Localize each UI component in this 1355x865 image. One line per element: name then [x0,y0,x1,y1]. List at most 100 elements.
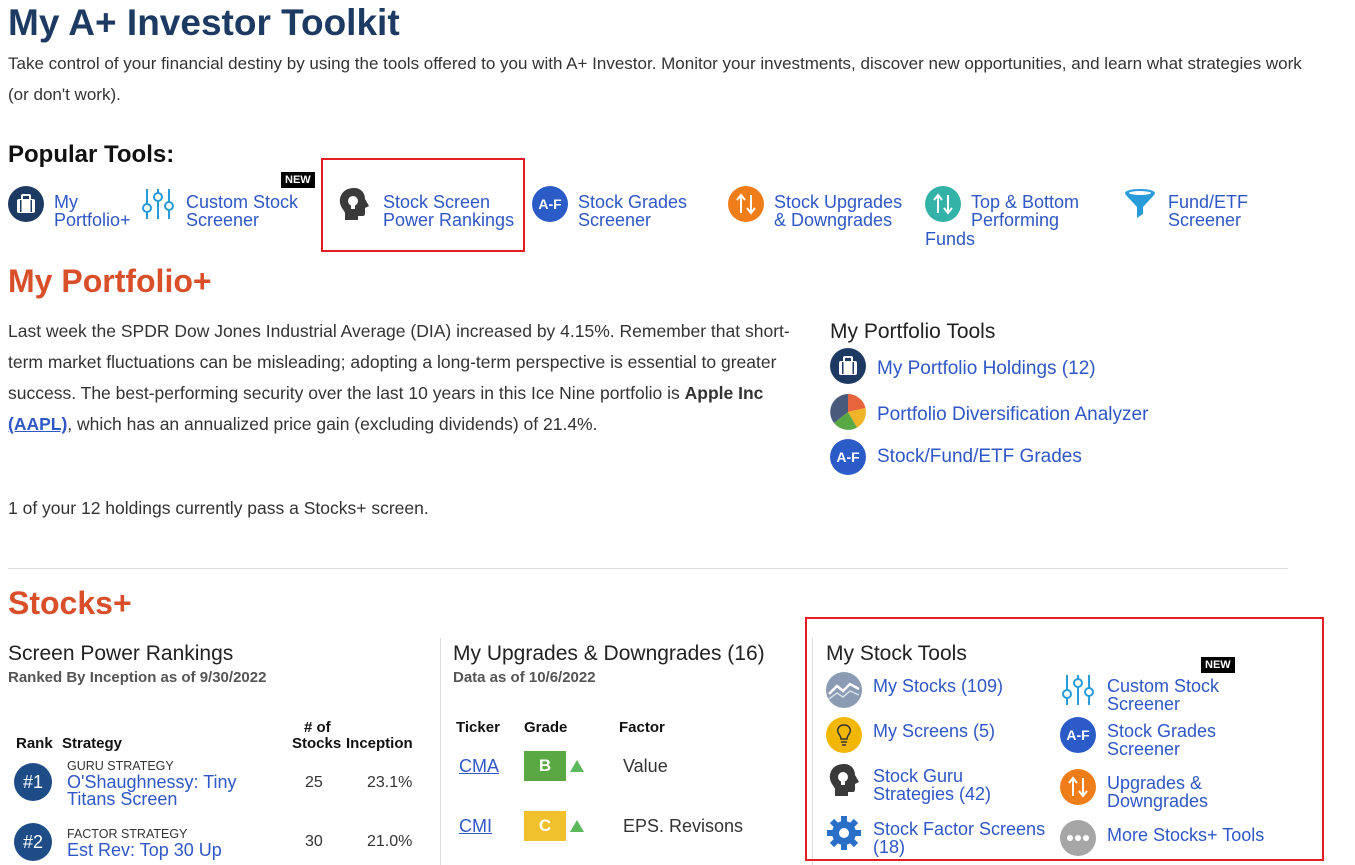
briefcase-icon [830,348,866,389]
popular-tool-label-3[interactable]: Funds [925,229,975,250]
strategy-type: FACTOR STRATEGY [67,827,188,841]
upgrades-heading: My Upgrades & Downgrades (16) [453,642,765,665]
stock-tool-upgrades-downgrades[interactable]: Upgrades & Downgrades [1060,769,1208,810]
popular-tool-label-1: Custom Stock [186,192,299,212]
stock-tool-custom-screener[interactable]: Custom Stock Screener [1060,672,1219,713]
popular-tool-my-portfolio[interactable]: My Portfolio+ [8,186,131,229]
portfolio-summary-text-1: Last week the SPDR Dow Jones Industrial … [8,321,790,403]
grade-badge: C [524,811,566,841]
upgrade-arrow-icon [570,820,584,832]
col-grade: Grade [524,719,568,736]
stock-tool-label-2: Strategies (42) [873,784,992,804]
factor-value: EPS. Revisons [623,816,744,836]
holdings-pass-text: 1 of your 12 holdings currently pass a S… [8,498,429,518]
inception-return: 23.1% [367,774,413,791]
stock-tool-label-2: Downgrades [1107,791,1209,811]
ticker-link[interactable]: CMA [459,756,499,777]
grades-icon: A-F [532,186,568,222]
popular-tool-custom-screener[interactable]: Custom Stock Screener [140,186,298,229]
more-dots-icon [1060,820,1096,861]
stock-tool-factor-screens[interactable]: Stock Factor Screens (18) [826,815,1045,856]
popular-tool-upgrades-downgrades[interactable]: Stock Upgrades & Downgrades [728,186,902,229]
strategy-name-line-2: Titans Screen [67,789,178,809]
highlight-box-power-rankings [321,158,525,252]
stock-tool-guru-strategies[interactable]: Stock Guru Strategies (42) [826,762,991,803]
up-down-arrows-icon [1060,769,1096,810]
sliders-icon [1060,672,1096,713]
popular-tool-label-2: Screener [578,210,652,230]
popular-tools-heading: Popular Tools: [8,141,175,168]
num-stocks: 30 [305,833,323,850]
up-down-arrows-icon [728,186,764,227]
portfolio-tool-holdings[interactable]: My Portfolio Holdings (12) [830,348,1096,389]
grades-icon: A-F [1060,717,1096,753]
popular-tool-fund-etf-screener[interactable]: Fund/ETF Screener [1122,186,1248,229]
stock-tool-grades-screener[interactable]: A-F Stock Grades Screener [1060,717,1216,758]
popular-tool-label-2: & Downgrades [774,210,893,230]
rankings-subheading: Ranked By Inception as of 9/30/2022 [8,669,267,686]
popular-tool-label-2: Screener [1168,210,1242,230]
popular-tool-grades-screener[interactable]: A-F Stock Grades Screener [532,186,687,229]
popular-tool-label-2: Portfolio+ [54,210,131,230]
head-bulb-icon [826,762,862,803]
intro-text: Take control of your financial destiny b… [8,54,1302,104]
stock-tool-my-screens[interactable]: My Screens (5) [826,717,995,758]
strategy-name-link[interactable]: Est Rev: Top 30 Up [67,841,222,859]
portfolio-tool-label: My Portfolio Holdings (12) [877,357,1096,379]
pie-chart-icon [830,394,866,435]
portfolio-tool-label: Portfolio Diversification Analyzer [877,403,1149,425]
popular-tool-label-1: Stock Upgrades [774,192,903,212]
num-stocks: 25 [305,774,323,791]
rank-badge: #2 [14,823,52,861]
portfolio-tool-grades[interactable]: A-F Stock/Fund/ETF Grades [830,439,1082,475]
rank-badge: #1 [14,763,52,801]
rankings-heading: Screen Power Rankings [8,642,234,665]
col-num-stocks-1: # of [304,719,331,736]
stock-tools-heading: My Stock Tools [826,642,967,665]
col-rank: Rank [16,735,53,752]
col-strategy: Strategy [62,735,123,752]
popular-tool-label-2: Performing [971,210,1060,230]
stocks-chart-icon [826,672,862,713]
page-title: My A+ Investor Toolkit [8,2,400,43]
popular-tool-label-1: Fund/ETF [1168,192,1249,212]
updown-teal-icon [925,186,961,227]
popular-tool-label-1: Stock Grades [578,192,688,212]
grades-icon: A-F [830,439,866,475]
portfolio-section-title: My Portfolio+ [8,263,212,299]
upgrade-arrow-icon [570,760,584,772]
new-badge: NEW [1201,657,1235,673]
ticker-link[interactable]: CMI [459,816,492,837]
best-company: Apple Inc [684,383,764,403]
strategy-name-link[interactable]: O'Shaughnessy: Tiny Titans Screen [67,773,237,809]
aapl-link[interactable]: (AAPL) [8,414,67,434]
col-inception: Inception [346,735,413,752]
section-divider [8,568,1288,569]
col-num-stocks-2: Stocks [292,735,342,752]
stock-tool-more-tools[interactable]: More Stocks+ Tools [1060,820,1264,861]
upgrades-subheading: Data as of 10/6/2022 [453,669,596,686]
stock-tool-label-1: Custom Stock [1107,676,1220,696]
sliders-icon [140,186,176,227]
column-divider [440,638,441,865]
col-ticker: Ticker [456,719,500,736]
stock-tool-label-1: My Stocks (109) [873,676,1004,696]
stock-tool-label-1: Stock Factor Screens [873,819,1046,839]
stock-tool-label-1: More Stocks+ Tools [1107,825,1265,845]
stock-tool-label-2: Screener [1107,739,1181,759]
portfolio-tool-diversification[interactable]: Portfolio Diversification Analyzer [830,394,1148,435]
stock-tool-label-1: My Screens (5) [873,721,996,741]
stock-tool-label-1: Upgrades & [1107,773,1203,793]
popular-tool-label-2: Screener [186,210,260,230]
popular-tool-label-1: My [54,192,78,212]
lightbulb-icon [826,717,862,758]
stock-tool-label-1: Stock Grades [1107,721,1217,741]
popular-tool-top-bottom-funds[interactable]: Top & Bottom Performing [925,186,1079,229]
stock-tool-label-2: Screener [1107,694,1181,714]
funnel-icon [1122,186,1158,227]
stocks-section-title: Stocks+ [8,585,132,621]
stock-tool-my-stocks[interactable]: My Stocks (109) [826,672,1003,713]
stock-tool-label-2: (18) [873,837,906,857]
portfolio-tool-label: Stock/Fund/ETF Grades [877,446,1082,467]
stock-tool-label-1: Stock Guru [873,766,964,786]
